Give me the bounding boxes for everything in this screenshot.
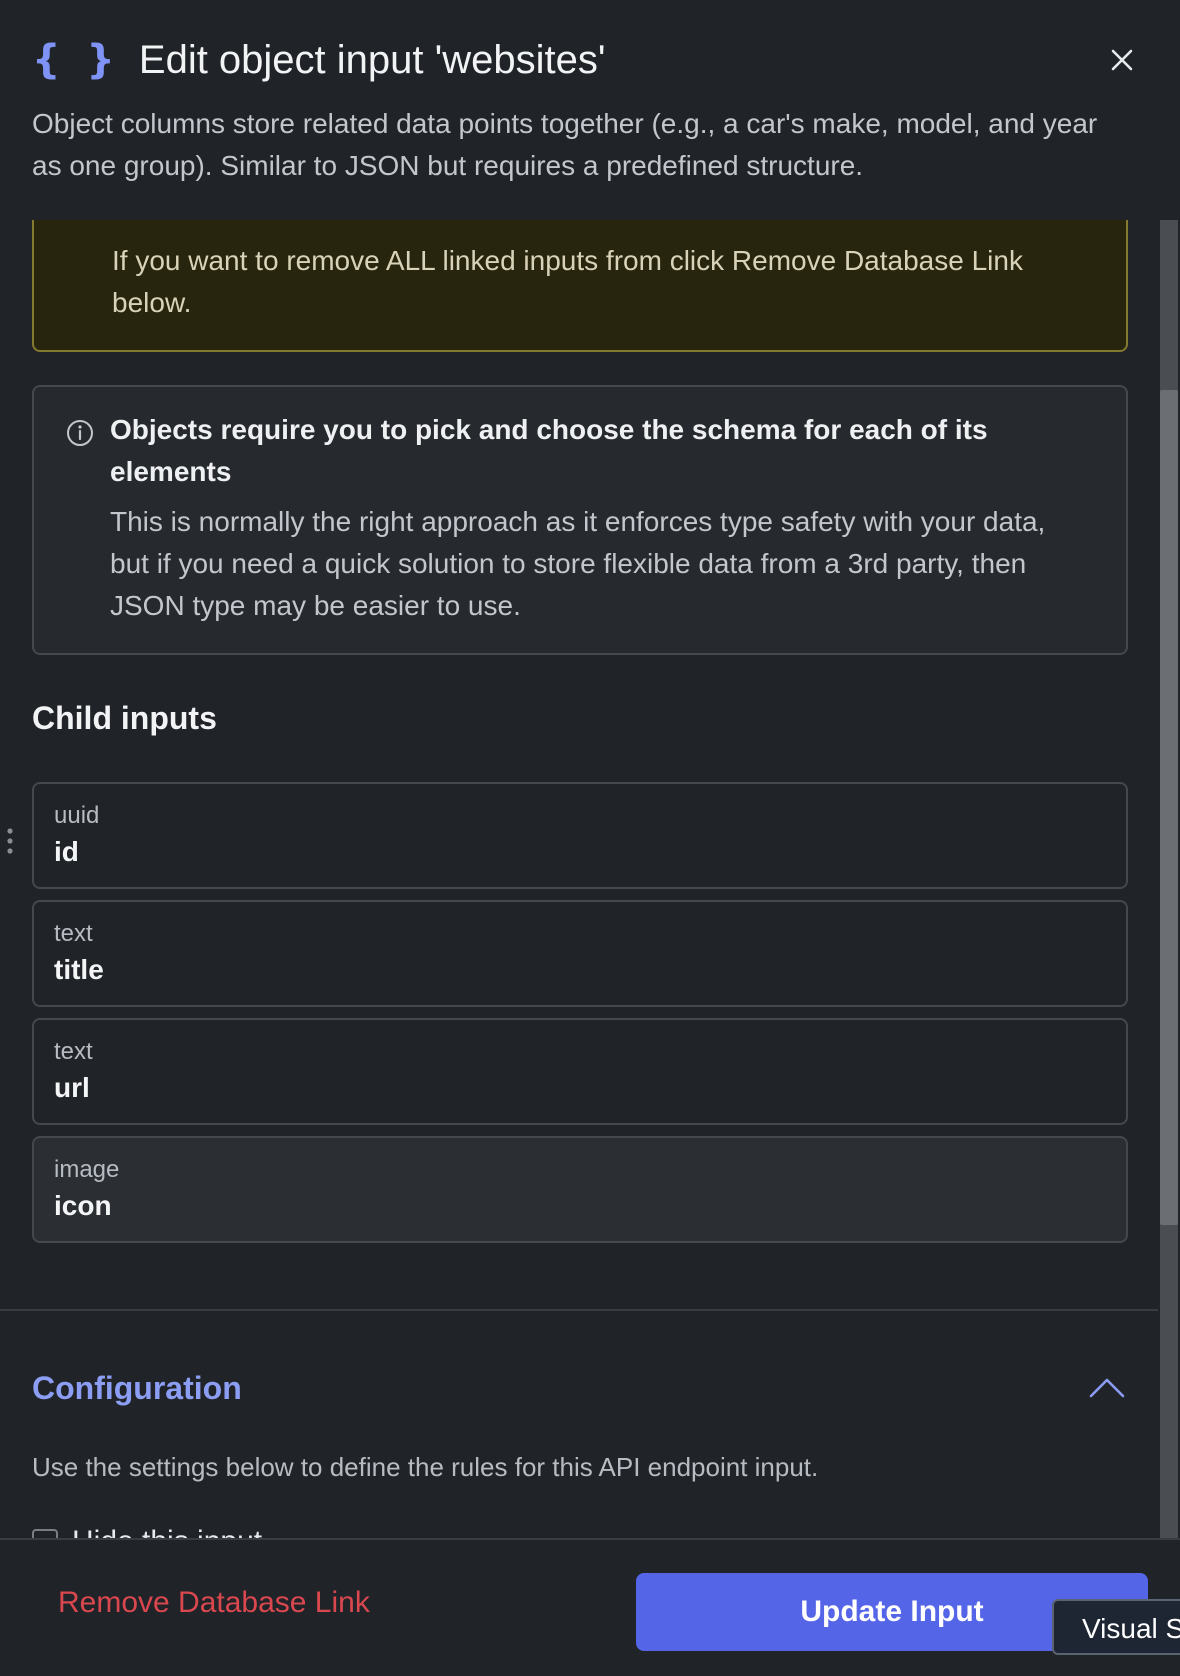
configuration-description: Use the settings below to define the rul… [32, 1452, 819, 1482]
child-input-name: url [54, 1072, 90, 1103]
dialog-footer: Remove Database Link Update Input Visual… [0, 1538, 1180, 1676]
child-inputs-list: uuid id text title text url image icon [32, 782, 1128, 1254]
child-input-title[interactable]: text title [32, 900, 1128, 1007]
child-input-type: uuid [54, 802, 100, 829]
child-input-type: image [54, 1156, 120, 1183]
dialog-title: Edit object input 'websites' [138, 37, 606, 82]
child-input-type: text [54, 920, 93, 947]
visual-tag[interactable]: Visual S [1052, 1599, 1180, 1655]
braces-icon: { } [32, 37, 121, 83]
child-input-id[interactable]: uuid id [32, 782, 1128, 889]
configuration-toggle[interactable]: Configuration [32, 1370, 242, 1407]
dialog-description: Object columns store related data points… [32, 108, 1098, 181]
child-input-name: id [54, 836, 79, 867]
warning-banner: If you want to remove ALL linked inputs … [32, 220, 1128, 352]
scrollbar-thumb[interactable] [1160, 390, 1178, 1225]
hide-input-label: Hide this input [72, 1525, 262, 1538]
hide-input-option[interactable]: Hide this input [32, 1522, 262, 1538]
edit-object-input-dialog: { } Edit object input 'websites' Object … [0, 0, 1180, 1676]
info-body: This is normally the right approach as i… [110, 506, 1046, 621]
section-divider [0, 1309, 1158, 1311]
child-input-icon[interactable]: image icon [32, 1136, 1128, 1243]
warning-text: If you want to remove ALL linked inputs … [112, 245, 1023, 318]
info-title: Objects require you to pick and choose t… [110, 414, 988, 487]
child-inputs-heading: Child inputs [32, 700, 217, 736]
child-input-name: title [54, 954, 104, 985]
child-input-type: text [54, 1038, 93, 1065]
info-icon [66, 419, 94, 447]
drag-handle-icon[interactable] [6, 827, 14, 855]
close-icon[interactable] [1104, 42, 1140, 78]
child-input-url[interactable]: text url [32, 1018, 1128, 1125]
dialog-scroll-area[interactable]: If you want to remove ALL linked inputs … [0, 220, 1158, 1538]
remove-database-link-button[interactable]: Remove Database Link [58, 1586, 370, 1620]
dialog-header: { } Edit object input 'websites' [32, 34, 1140, 86]
chevron-up-icon[interactable] [1088, 1376, 1126, 1400]
info-callout: Objects require you to pick and choose t… [32, 385, 1128, 655]
hide-input-checkbox[interactable] [32, 1529, 58, 1538]
child-input-name: icon [54, 1190, 112, 1221]
